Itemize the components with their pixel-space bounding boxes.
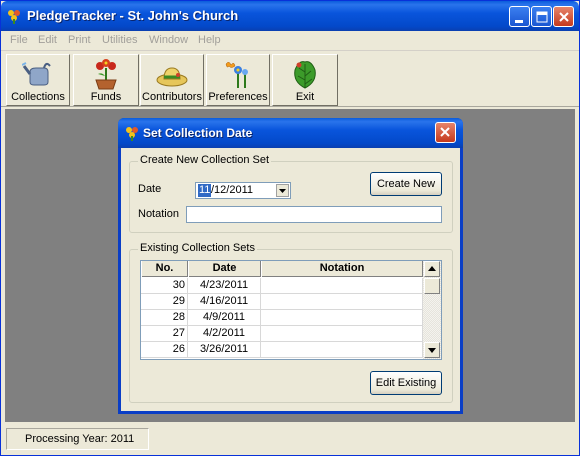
existing-sets-group: Existing Collection Sets No. Date Notati… xyxy=(129,242,453,403)
column-header-notation[interactable]: Notation xyxy=(261,261,423,277)
menu-help[interactable]: Help xyxy=(198,34,221,46)
close-button[interactable] xyxy=(553,6,574,27)
cell-date: 4/23/2011 xyxy=(188,278,261,294)
processing-year-text: Processing Year: 2011 xyxy=(25,433,135,445)
window-title: PledgeTracker - St. John's Church xyxy=(27,8,239,23)
scroll-up-button[interactable] xyxy=(424,261,440,277)
preferences-label: Preferences xyxy=(208,91,268,103)
collections-label: Collections xyxy=(11,91,65,103)
menubar: File Edit Print Utilities Window Help xyxy=(1,31,579,51)
dialog-title: Set Collection Date xyxy=(143,126,253,140)
cell-date: 4/16/2011 xyxy=(188,294,261,310)
menu-utilities[interactable]: Utilities xyxy=(102,34,137,46)
contributors-button[interactable]: Contributors xyxy=(140,54,204,106)
cell-notation xyxy=(261,326,423,342)
cell-date: 4/9/2011 xyxy=(188,310,261,326)
minimize-icon xyxy=(515,20,523,23)
close-icon xyxy=(559,12,569,22)
create-new-group: Create New Collection Set Date 11 /12/20… xyxy=(129,154,453,233)
funds-button[interactable]: Funds xyxy=(73,54,139,106)
maximize-button[interactable] xyxy=(531,6,552,27)
status-panel: Processing Year: 2011 xyxy=(6,428,149,450)
create-new-button[interactable]: Create New xyxy=(370,172,442,196)
existing-sets-table[interactable]: No. Date Notation 30 4/23/2011 29 4/16/2… xyxy=(140,260,442,360)
flower-app-icon xyxy=(6,8,22,24)
cell-date: 3/26/2011 xyxy=(188,342,261,358)
straw-hat-icon xyxy=(156,67,188,87)
create-new-group-label: Create New Collection Set xyxy=(138,154,272,166)
dialog-close-button[interactable] xyxy=(435,122,456,143)
date-label: Date xyxy=(138,183,162,195)
column-header-no[interactable]: No. xyxy=(141,261,188,277)
close-icon xyxy=(440,127,450,137)
exit-label: Exit xyxy=(295,91,315,103)
cell-no: 30 xyxy=(141,278,188,294)
funds-label: Funds xyxy=(90,91,122,103)
menu-edit[interactable]: Edit xyxy=(38,34,57,46)
cell-notation xyxy=(261,278,423,294)
toolbar: Collections Funds Contributors Preferenc… xyxy=(1,52,579,107)
contributors-label: Contributors xyxy=(142,91,202,103)
cell-no: 28 xyxy=(141,310,188,326)
column-header-date[interactable]: Date xyxy=(188,261,261,277)
scroll-down-icon xyxy=(428,348,436,353)
cell-notation xyxy=(261,342,423,358)
chevron-down-icon xyxy=(279,189,286,193)
preferences-button[interactable]: Preferences xyxy=(206,54,270,106)
minimize-button[interactable] xyxy=(509,6,530,27)
main-window: PledgeTracker - St. John's Church File E… xyxy=(0,0,580,456)
cell-no: 26 xyxy=(141,342,188,358)
maximize-icon xyxy=(536,11,548,23)
green-leaf-icon xyxy=(294,61,316,89)
collections-button[interactable]: Collections xyxy=(6,54,70,106)
table-body: 30 4/23/2011 29 4/16/2011 28 4/9/2011 27… xyxy=(141,278,423,358)
date-picker[interactable]: 11 /12/2011 xyxy=(195,182,291,199)
table-header: No. Date Notation xyxy=(141,261,423,277)
main-titlebar[interactable]: PledgeTracker - St. John's Church xyxy=(1,1,579,31)
flower-dialog-icon xyxy=(124,125,140,141)
cell-no: 29 xyxy=(141,294,188,310)
notation-input[interactable] xyxy=(186,206,442,223)
notation-label: Notation xyxy=(138,208,179,220)
statusbar: Processing Year: 2011 xyxy=(1,425,579,455)
cell-notation xyxy=(261,310,423,326)
flowers-butterfly-icon xyxy=(225,62,248,88)
cell-no: 27 xyxy=(141,326,188,342)
menu-file[interactable]: File xyxy=(10,34,28,46)
scroll-thumb[interactable] xyxy=(424,278,440,294)
table-row[interactable]: 28 4/9/2011 xyxy=(141,310,423,326)
set-collection-date-dialog: Set Collection Date Create New Collectio… xyxy=(118,118,463,414)
scroll-up-icon xyxy=(428,266,436,271)
watering-can-icon xyxy=(22,62,51,86)
dialog-titlebar[interactable]: Set Collection Date xyxy=(118,118,463,148)
dialog-body: Create New Collection Set Date 11 /12/20… xyxy=(121,148,460,411)
menu-print[interactable]: Print xyxy=(68,34,91,46)
cell-notation xyxy=(261,294,423,310)
table-row[interactable]: 26 3/26/2011 xyxy=(141,342,423,358)
date-month-selected[interactable]: 11 xyxy=(198,184,212,197)
table-row[interactable]: 29 4/16/2011 xyxy=(141,294,423,310)
table-row[interactable]: 30 4/23/2011 xyxy=(141,278,423,294)
cell-date: 4/2/2011 xyxy=(188,326,261,342)
table-vertical-scrollbar[interactable] xyxy=(423,261,441,359)
exit-button[interactable]: Exit xyxy=(272,54,338,106)
scroll-down-button[interactable] xyxy=(424,342,440,358)
table-row[interactable]: 27 4/2/2011 xyxy=(141,326,423,342)
potted-flowers-icon xyxy=(95,59,117,90)
date-dropdown-button[interactable] xyxy=(276,184,289,197)
edit-existing-button[interactable]: Edit Existing xyxy=(370,371,442,395)
existing-sets-group-label: Existing Collection Sets xyxy=(138,242,257,254)
menu-window[interactable]: Window xyxy=(149,34,188,46)
date-rest: /12/2011 xyxy=(211,184,254,196)
